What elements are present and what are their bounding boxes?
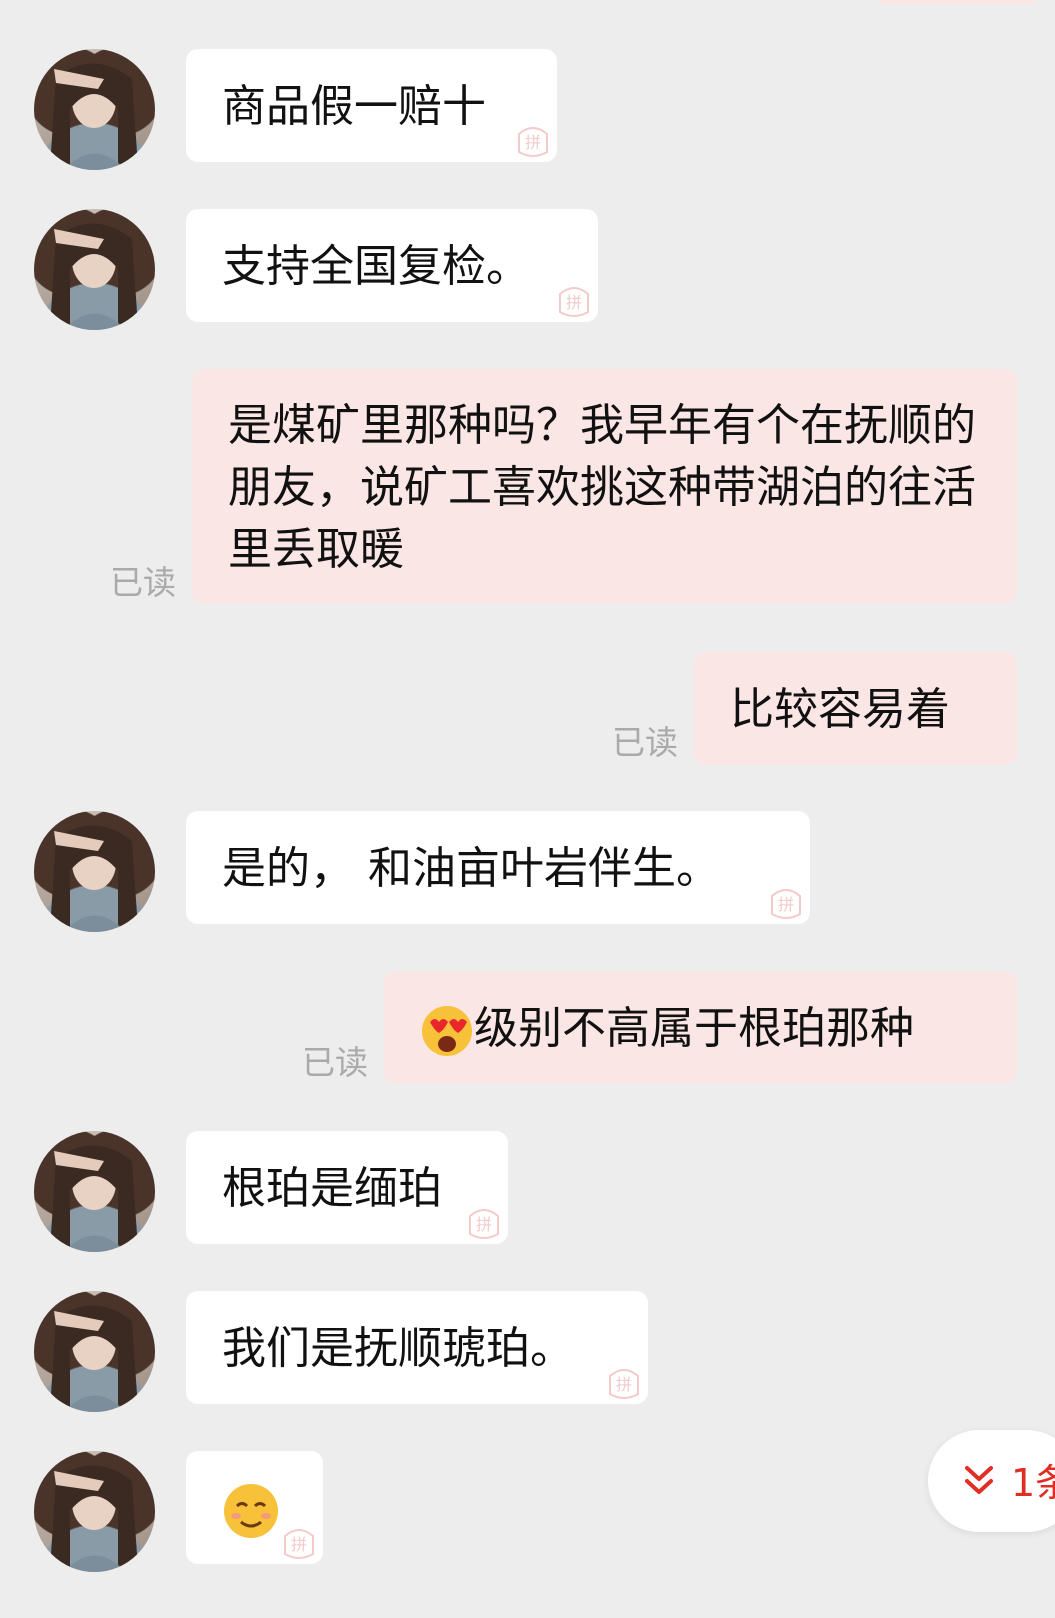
message-text: 我们是抚顺琥珀。 — [222, 1323, 574, 1374]
message-text: 根珀是缅珀 — [222, 1163, 442, 1214]
smiling-blush-emoji-icon — [224, 1484, 278, 1538]
avatar[interactable] — [34, 49, 155, 170]
message-bubble[interactable]: 根珀是缅珀 拼 — [186, 1131, 508, 1244]
message-text: 级别不高属于根珀那种 — [474, 1003, 914, 1054]
message-bubble[interactable]: 级别不高属于根珀那种 — [384, 971, 1017, 1084]
read-status: 已读 — [110, 563, 176, 602]
message-bubble[interactable]: 是煤矿里那种吗？我早年有个在抚顺的朋友，说矿工喜欢挑这种带湖泊的往活里丢取暖 — [192, 369, 1017, 604]
message-text: 是煤矿里那种吗？我早年有个在抚顺的朋友，说矿工喜欢挑这种带湖泊的往活里丢取暖 — [228, 400, 976, 575]
heart-eyes-emoji-icon — [422, 1006, 472, 1056]
message-text: 是的， 和油亩叶岩伴生。 — [222, 843, 720, 894]
message-bubble[interactable]: 是的， 和油亩叶岩伴生。 拼 — [186, 811, 810, 924]
svg-text:拼: 拼 — [476, 1215, 492, 1234]
message-bubble[interactable]: 支持全国复检。 拼 — [186, 209, 598, 322]
svg-text:拼: 拼 — [778, 895, 794, 914]
message-text: 支持全国复检。 — [222, 241, 530, 292]
message-text: 比较容易着 — [730, 684, 950, 735]
new-messages-button[interactable]: 1条 — [928, 1430, 1055, 1532]
watermark-icon: 拼 — [559, 287, 589, 317]
svg-text:拼: 拼 — [616, 1375, 632, 1394]
read-status: 已读 — [612, 723, 678, 762]
watermark-icon: 拼 — [518, 127, 548, 157]
previous-bubble-edge — [878, 0, 1038, 4]
read-status: 已读 — [302, 1043, 368, 1082]
avatar[interactable] — [34, 209, 155, 330]
watermark-icon: 拼 — [284, 1529, 314, 1559]
message-text: 商品假一赔十 — [222, 81, 486, 132]
avatar[interactable] — [34, 1451, 155, 1572]
new-message-count: 1条 — [1011, 1461, 1055, 1505]
svg-text:拼: 拼 — [566, 293, 582, 312]
svg-text:拼: 拼 — [525, 133, 541, 152]
double-chevron-down-icon — [965, 1466, 993, 1494]
message-bubble[interactable]: 我们是抚顺琥珀。 拼 — [186, 1291, 648, 1404]
avatar[interactable] — [34, 1291, 155, 1412]
message-bubble[interactable]: 商品假一赔十 拼 — [186, 49, 557, 162]
message-bubble[interactable]: 拼 — [186, 1451, 323, 1564]
watermark-icon: 拼 — [609, 1369, 639, 1399]
svg-text:拼: 拼 — [291, 1535, 307, 1554]
avatar[interactable] — [34, 811, 155, 932]
message-bubble[interactable]: 比较容易着 — [694, 652, 1017, 765]
watermark-icon: 拼 — [771, 889, 801, 919]
avatar[interactable] — [34, 1131, 155, 1252]
watermark-icon: 拼 — [469, 1209, 499, 1239]
